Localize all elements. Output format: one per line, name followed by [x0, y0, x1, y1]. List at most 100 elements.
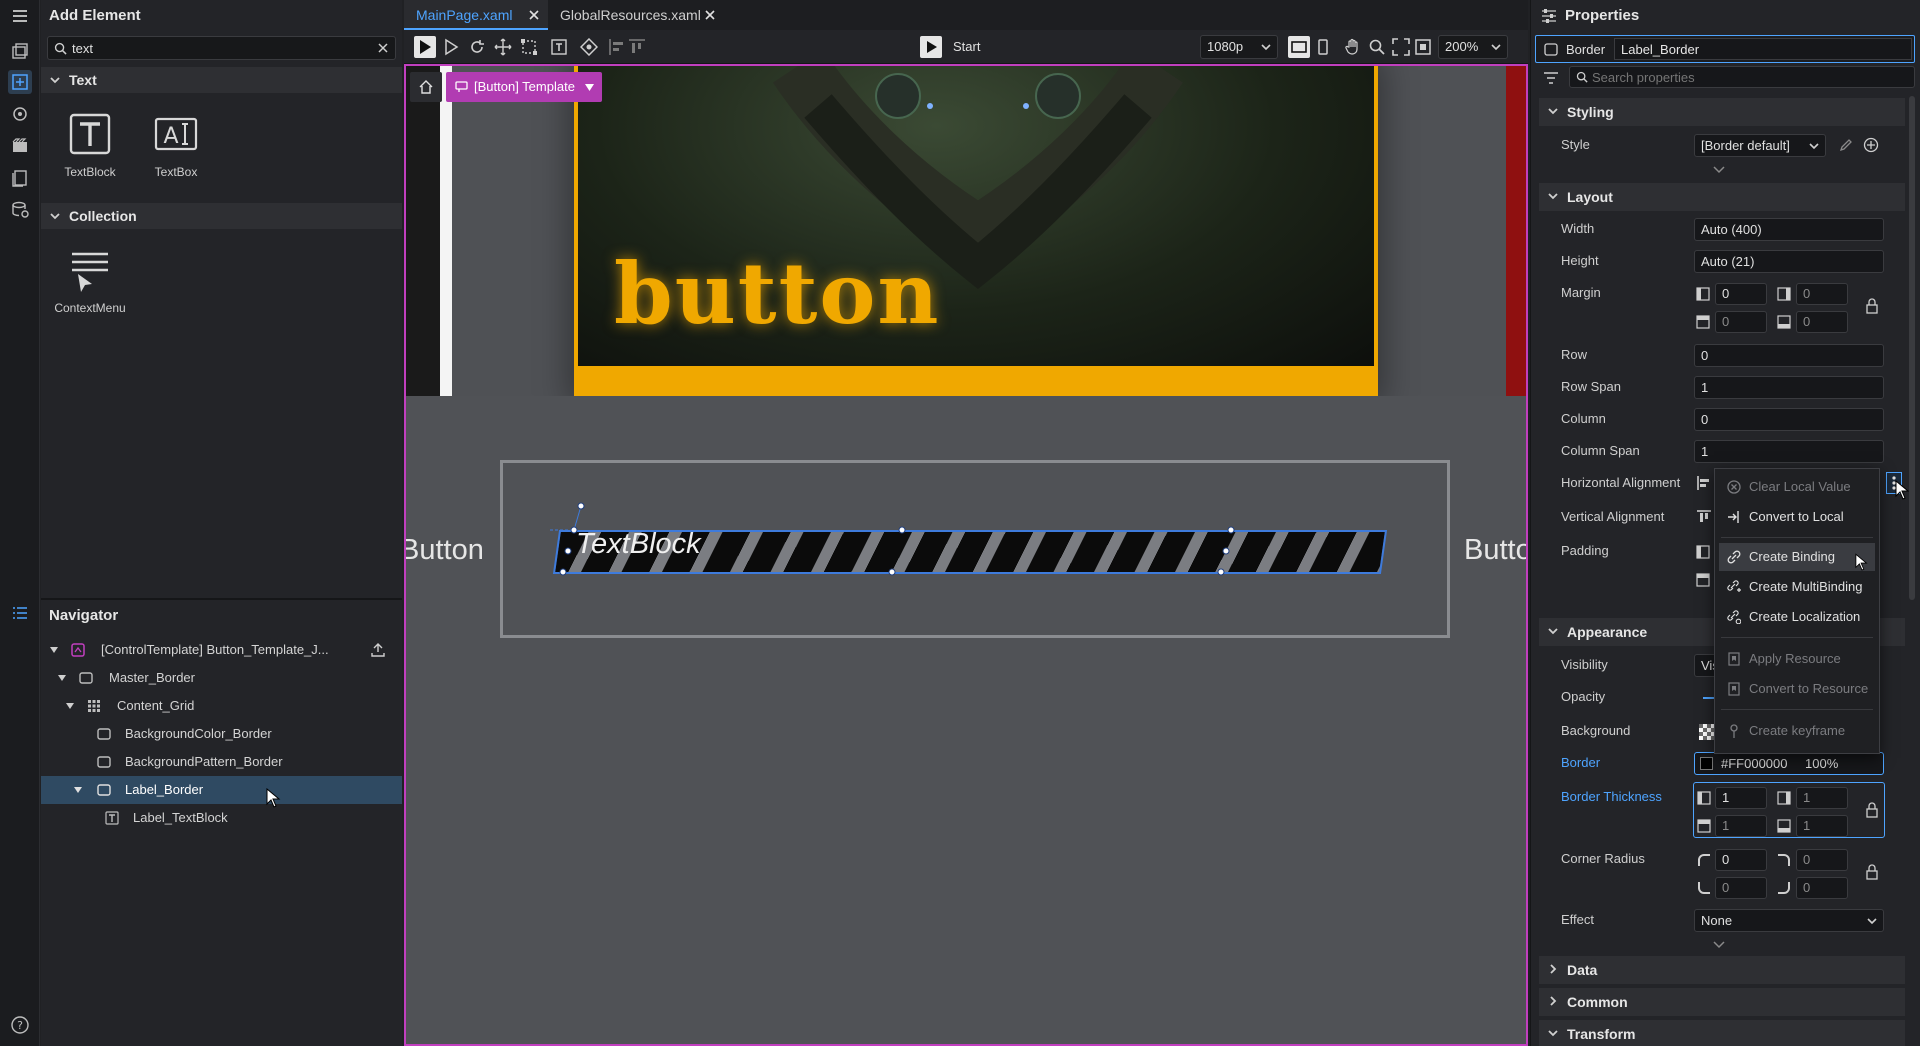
menu-clear-local-value[interactable]: Clear Local Value: [1719, 473, 1875, 501]
style-select[interactable]: [Border default]: [1694, 134, 1826, 157]
menu-convert-to-local[interactable]: Convert to Local: [1719, 503, 1875, 531]
element-name-input[interactable]: [1614, 38, 1912, 60]
template-breadcrumb[interactable]: [Button] Template: [446, 72, 602, 102]
tab-globalresources[interactable]: GlobalResources.xaml: [548, 0, 724, 30]
column-span-field[interactable]: 1: [1694, 440, 1884, 463]
menu-create-keyframe[interactable]: Create keyframe: [1719, 717, 1875, 745]
section-common[interactable]: Common: [1539, 988, 1905, 1016]
menu-create-binding[interactable]: Create Binding: [1719, 543, 1875, 571]
export-icon[interactable]: [371, 643, 385, 657]
menu-convert-to-resource[interactable]: Convert to Resource: [1719, 675, 1875, 703]
zoom-select[interactable]: 200%: [1438, 35, 1508, 59]
property-search-input[interactable]: [1592, 68, 1908, 86]
menu-create-multibinding[interactable]: Create MultiBinding: [1719, 573, 1875, 601]
margin-bottom-field[interactable]: 0: [1796, 311, 1848, 333]
section-layout[interactable]: Layout: [1539, 183, 1905, 211]
transform-tool-icon[interactable]: [520, 38, 538, 56]
expand-arrow-icon[interactable]: [65, 701, 75, 711]
expand-arrow-icon[interactable]: [49, 645, 59, 655]
expand-more-icon[interactable]: [1713, 166, 1725, 174]
close-icon[interactable]: [704, 9, 716, 21]
snap-icon[interactable]: [580, 38, 598, 56]
corner-bottom-left-field[interactable]: 0: [1715, 877, 1767, 899]
align-top-icon[interactable]: [628, 38, 646, 56]
lock-icon[interactable]: [1865, 864, 1879, 880]
row-field[interactable]: 0: [1694, 344, 1884, 367]
select-tool-icon[interactable]: [414, 36, 436, 58]
section-data[interactable]: Data: [1539, 956, 1905, 984]
row-span-field[interactable]: 1: [1694, 376, 1884, 399]
lock-icon[interactable]: [1865, 298, 1879, 314]
margin-top-field[interactable]: 0: [1715, 311, 1767, 333]
corner-bottom-right-field[interactable]: 0: [1796, 877, 1848, 899]
actual-size-icon[interactable]: [1414, 38, 1432, 56]
section-collection-header[interactable]: Collection: [41, 203, 402, 229]
column-field[interactable]: 0: [1694, 408, 1884, 431]
resolution-select[interactable]: 1080p: [1200, 35, 1278, 59]
element-search-input[interactable]: [72, 39, 372, 57]
section-styling[interactable]: Styling: [1539, 98, 1905, 126]
pages-icon[interactable]: [8, 166, 32, 190]
tree-node-backgroundcolor-border[interactable]: BackgroundColor_Border: [41, 720, 402, 748]
styles-icon[interactable]: [8, 102, 32, 126]
assets-icon[interactable]: [8, 40, 32, 64]
rotate-tool-icon[interactable]: [468, 38, 486, 56]
thickness-bottom-field[interactable]: 1: [1796, 815, 1848, 837]
start-label[interactable]: Start: [953, 39, 980, 54]
tile-textbox[interactable]: A TextBox: [133, 112, 219, 192]
height-field[interactable]: Auto (21): [1694, 250, 1884, 273]
tree-node-label-border[interactable]: Label_Border: [41, 776, 402, 808]
corner-top-right-field[interactable]: 0: [1796, 849, 1848, 871]
tree-node-backgroundpattern-border[interactable]: BackgroundPattern_Border: [41, 748, 402, 776]
align-left-icon[interactable]: [1697, 476, 1711, 490]
navigator-icon[interactable]: [8, 601, 32, 625]
menu-apply-resource[interactable]: Apply Resource: [1719, 645, 1875, 673]
expand-arrow-icon[interactable]: [73, 785, 83, 795]
design-canvas[interactable]: button [Button] Template Button Butto Te…: [404, 64, 1528, 1046]
animations-icon[interactable]: [8, 134, 32, 158]
thickness-left-field[interactable]: 1: [1715, 787, 1767, 809]
home-button[interactable]: [410, 72, 442, 102]
tree-node-control-template[interactable]: [ControlTemplate] Button_Template_J...: [41, 636, 402, 664]
filter-icon[interactable]: [1543, 71, 1559, 85]
align-left-icon[interactable]: [608, 38, 626, 56]
help-icon[interactable]: ?: [8, 1013, 32, 1037]
expand-more-icon[interactable]: [1713, 941, 1725, 949]
lock-icon[interactable]: [1865, 802, 1879, 818]
properties-scrollbar[interactable]: [1909, 96, 1915, 600]
move-tool-icon[interactable]: [494, 38, 512, 56]
tree-node-master-border[interactable]: Master_Border: [41, 664, 402, 692]
tab-mainpage[interactable]: MainPage.xaml: [404, 0, 548, 30]
align-top-icon[interactable]: [1697, 510, 1711, 524]
fit-to-screen-icon[interactable]: [1392, 38, 1410, 56]
selection-handles[interactable]: [550, 500, 1400, 618]
portrait-view-icon[interactable]: [1314, 38, 1332, 56]
width-field[interactable]: Auto (400): [1694, 218, 1884, 241]
section-transform[interactable]: Transform: [1539, 1020, 1905, 1046]
hamburger-menu-icon[interactable]: [8, 4, 32, 28]
tile-contextmenu[interactable]: ContextMenu: [47, 248, 133, 328]
add-element-icon[interactable]: [8, 70, 32, 94]
tile-textblock[interactable]: TextBlock: [47, 112, 133, 192]
text-tool-icon[interactable]: [550, 38, 568, 56]
edit-pencil-icon[interactable]: [1839, 138, 1853, 152]
start-play-icon[interactable]: [920, 36, 942, 58]
effect-select[interactable]: None: [1694, 909, 1884, 932]
tree-node-content-grid[interactable]: Content_Grid: [41, 692, 402, 720]
border-color-field[interactable]: #FF000000 100%: [1694, 752, 1884, 775]
data-sources-icon[interactable]: [8, 198, 32, 222]
hero-button-frame[interactable]: button: [574, 66, 1378, 399]
background-swatch[interactable]: [1699, 724, 1715, 740]
pan-hand-icon[interactable]: [1344, 38, 1362, 56]
menu-create-localization[interactable]: Create Localization: [1719, 603, 1875, 631]
corner-top-left-field[interactable]: 0: [1715, 849, 1767, 871]
margin-right-field[interactable]: 0: [1796, 283, 1848, 305]
close-icon[interactable]: [528, 9, 540, 21]
thickness-top-field[interactable]: 1: [1715, 815, 1767, 837]
direct-select-icon[interactable]: [442, 38, 460, 56]
expand-arrow-icon[interactable]: [57, 673, 67, 683]
section-text-header[interactable]: Text: [41, 67, 402, 93]
add-circle-icon[interactable]: [1863, 137, 1879, 153]
landscape-view-icon[interactable]: [1288, 36, 1310, 58]
thickness-right-field[interactable]: 1: [1796, 787, 1848, 809]
